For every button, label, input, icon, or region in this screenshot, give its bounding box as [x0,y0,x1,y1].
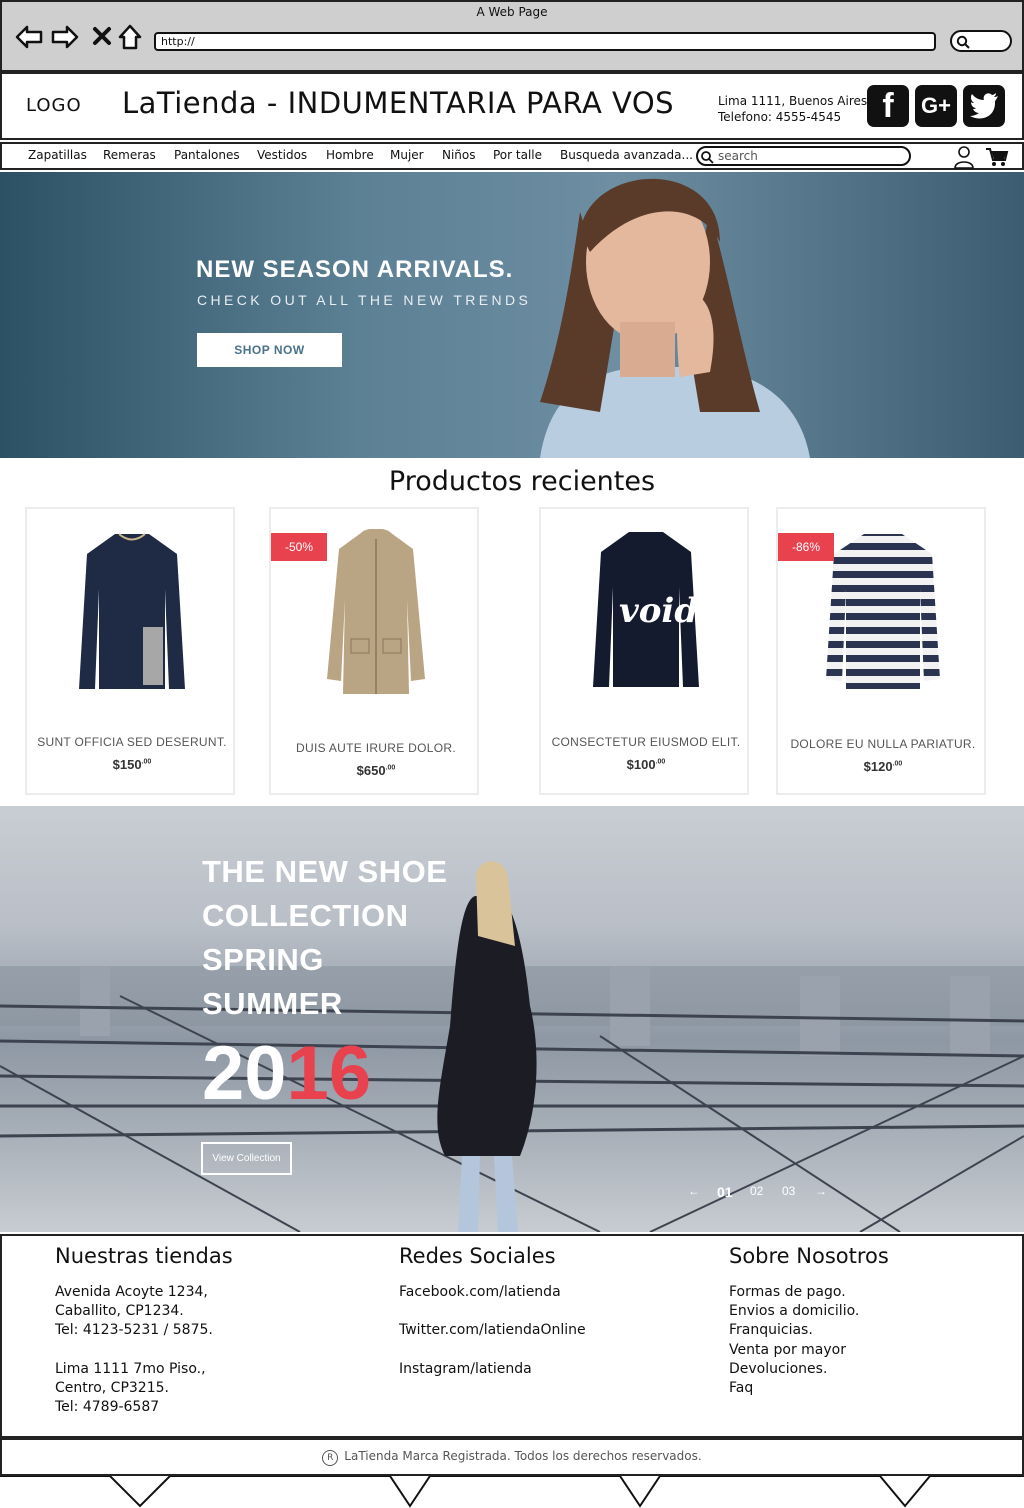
section-title-productos-recientes: Productos recientes [388,466,656,497]
product-name[interactable]: DOLORE EU NULLA PARIATUR. [778,737,988,751]
product-price: $150.00 [27,757,237,772]
product-price: $100.00 [541,757,751,772]
search-input[interactable]: search [696,146,911,166]
year-white-part: 20 [202,1031,287,1116]
price-whole: $150 [112,757,142,772]
menu-item-hombre[interactable]: Hombre [326,148,374,162]
footer-title-stores: Nuestras tiendas [55,1244,233,1268]
product-image-striped-top [826,534,940,689]
menu-item-pantalones[interactable]: Pantalones [174,148,240,162]
copyright-text: R LaTienda Marca Registrada. Todos los de… [0,1449,1024,1466]
menu-item-remeras[interactable]: Remeras [103,148,156,162]
slider-prev-arrow[interactable]: ← [688,1184,700,1198]
window-title: A Web Page [476,5,548,19]
footer-link-devoluciones[interactable]: Devoluciones. [729,1361,827,1377]
price-cents: .00 [141,758,152,766]
product-name[interactable]: DUIS AUTE IRURE DOLOR. [271,741,481,755]
registered-icon: R [322,1450,339,1466]
slider-dot-02[interactable]: 02 [750,1184,763,1198]
url-bar[interactable]: http:// [154,32,936,51]
slider-dot-01[interactable]: 01 [717,1184,733,1200]
google-plus-icon[interactable]: G+ [915,85,957,127]
back-arrow-icon[interactable] [14,22,44,52]
footer-link-twitter[interactable]: Twitter.com/latiendaOnline [399,1322,586,1338]
discount-badge: -86% [778,533,834,561]
product-image-void-sweatshirt: void [593,532,699,687]
hero-subtitle: CHECK OUT ALL THE NEW TRENDS [197,292,532,308]
price-whole: $120 [863,759,893,774]
price-whole: $100 [626,757,656,772]
product-image-jacket [327,529,425,694]
slider-next-arrow[interactable]: → [815,1184,827,1198]
torn-page-edge [0,1476,1024,1508]
price-cents: .00 [892,760,903,768]
product-card[interactable]: -86% DOLORE EU NULLA PARIATUR. $120.00 [776,507,986,795]
footer-store-line: Avenida Acoyte 1234, [55,1284,208,1300]
close-icon[interactable] [88,22,118,52]
product-card[interactable]: void CONSECTETUR EIUSMOD ELIT. $100.00 [539,507,749,795]
menu-item-busqueda-avanzada[interactable]: Busqueda avanzada... [560,148,693,162]
hero2-year: 2016 [202,1030,371,1117]
home-icon[interactable] [116,22,146,52]
discount-badge: -50% [271,533,327,561]
copyright-label: LaTienda Marca Registrada. Todos los der… [344,1449,702,1463]
menu-item-vestidos[interactable]: Vestidos [257,148,307,162]
parking-deck-background [0,861,1024,1232]
footer-link-franquicias[interactable]: Franquicias. [729,1322,813,1338]
footer-store-line: Caballito, CP1234. [55,1303,184,1319]
menu-item-por-talle[interactable]: Por talle [493,148,542,162]
cart-icon[interactable] [985,147,1009,167]
footer-link-faq[interactable]: Faq [729,1380,753,1396]
footer-store-line: Lima 1111 7mo Piso., [55,1361,206,1377]
footer-store-line: Tel: 4123-5231 / 5875. [55,1322,213,1338]
product-name[interactable]: SUNT OFFICIA SED DESERUNT. [27,735,237,749]
view-collection-button[interactable]: View Collection [201,1142,292,1175]
hero2-line-4: SUMMER [202,986,343,1021]
year-red-part: 16 [286,1031,372,1116]
hero2-line-3: SPRING [202,942,324,977]
twitter-icon[interactable] [963,85,1005,127]
search-icon [956,35,970,49]
search-icon [701,151,714,164]
header-address: Lima 1111, Buenos Aires. [718,94,871,108]
product-name[interactable]: CONSECTETUR EIUSMOD ELIT. [541,735,751,749]
footer-title-social: Redes Sociales [399,1244,556,1268]
product-card[interactable]: SUNT OFFICIA SED DESERUNT. $150.00 [25,507,235,795]
svg-text:void: void [619,591,698,631]
footer-link-venta-por-mayor[interactable]: Venta por mayor [729,1342,846,1358]
price-whole: $650 [356,763,386,778]
product-price: $650.00 [271,763,481,778]
footer-link-envios[interactable]: Envios a domicilio. [729,1303,859,1319]
menu-item-zapatillas[interactable]: Zapatillas [28,148,87,162]
menu-item-ninos[interactable]: Niños [442,148,476,162]
site-title: LaTienda - INDUMENTARIA PARA VOS [122,86,675,120]
menu-item-mujer[interactable]: Mujer [390,148,424,162]
logo[interactable]: LOGO [26,95,82,116]
hero-title: NEW SEASON ARRIVALS. [196,256,514,283]
product-price: $120.00 [778,759,988,774]
hero2-line-2: COLLECTION [202,898,409,933]
price-cents: .00 [655,758,666,766]
forward-arrow-icon[interactable] [50,22,80,52]
user-icon[interactable] [952,145,976,169]
header-phone: Telefono: 4555-4545 [718,110,842,124]
footer-store-line: Tel: 4789-6587 [55,1399,160,1415]
footer-link-facebook[interactable]: Facebook.com/latienda [399,1284,561,1300]
slider-dot-03[interactable]: 03 [782,1184,795,1198]
footer-link-instagram[interactable]: Instagram/latienda [399,1361,532,1377]
footer-title-about: Sobre Nosotros [729,1244,889,1268]
product-image-sweater [79,533,185,689]
footer-link-formas-de-pago[interactable]: Formas de pago. [729,1284,846,1300]
hero-model-image [540,178,810,458]
hero-banner-shoe-collection [0,806,1024,1232]
hero2-line-1: THE NEW SHOE [202,854,448,889]
hero-banner-new-season [0,172,1024,458]
product-card[interactable]: -50% DUIS AUTE IRURE DOLOR. $650.00 [269,507,479,795]
price-cents: .00 [385,764,396,772]
facebook-icon[interactable]: f [867,85,909,127]
shop-now-button[interactable]: SHOP NOW [197,333,342,367]
browser-search-field[interactable] [950,30,1012,52]
footer-store-line: Centro, CP3215. [55,1380,169,1396]
